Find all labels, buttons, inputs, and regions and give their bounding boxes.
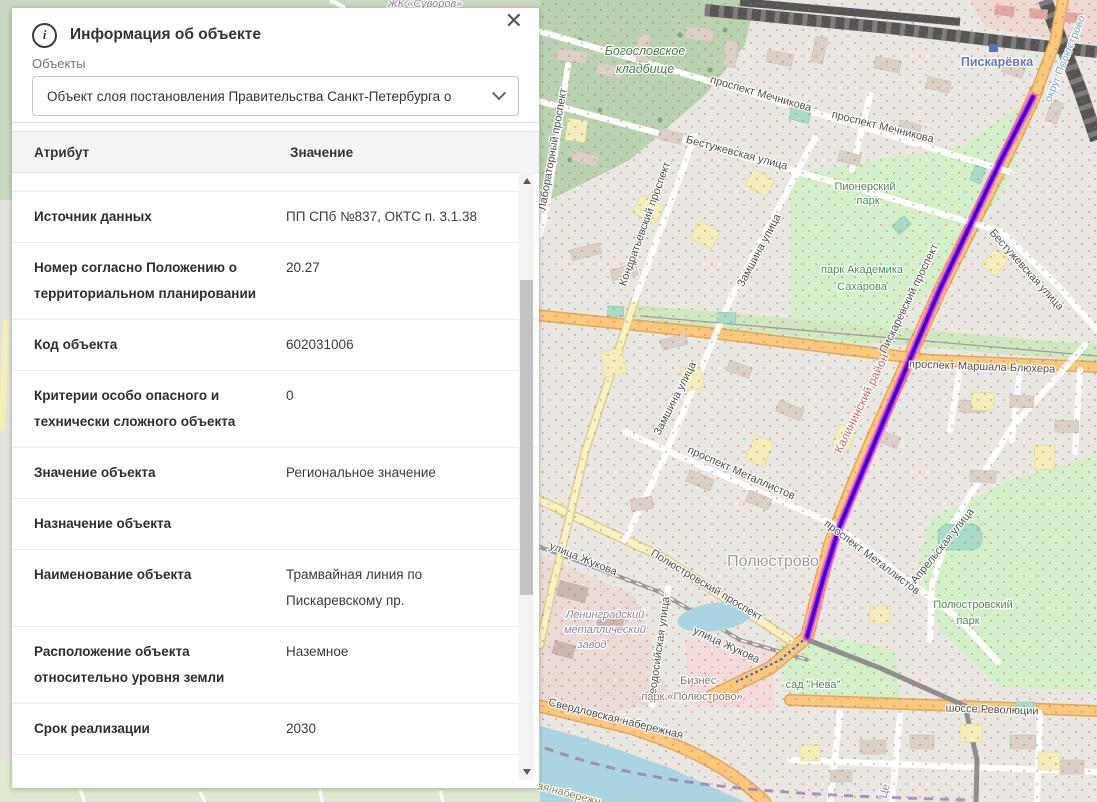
attribute-table: Источник данных ПП СПб №837, ОКТС п. 3.1… — [12, 173, 539, 787]
map-label-pionersky: Пионерский — [834, 181, 895, 193]
table-row: Критерии особо опасного и технически сло… — [12, 371, 539, 448]
attribute-value: Трамвайная линия по Пискаревскому пр. — [286, 562, 491, 614]
panel-header: i Информация об объекте ✕ — [12, 8, 539, 48]
scroll-up-icon[interactable] — [519, 173, 534, 188]
map-label-piskaryovka-station: Пискарёвка — [961, 55, 1034, 69]
panel-title: Информация об объекте — [70, 26, 261, 44]
attribute-value: Региональное значение — [286, 460, 491, 486]
attribute-name: Номер согласно Положению о территориальн… — [34, 255, 286, 307]
attribute-name: Код объекта — [34, 332, 286, 358]
attribute-name: Расположение объекта относительно уровня… — [34, 639, 286, 691]
table-header: Атрибут Значение — [12, 131, 539, 173]
attribute-name: Наименование объекта — [34, 562, 286, 588]
scroll-down-icon[interactable] — [519, 764, 534, 779]
attribute-value: Наземное — [286, 639, 491, 665]
table-row-partial — [12, 173, 539, 192]
chevron-down-icon — [492, 86, 506, 100]
map-label-sakharova-1: парк Академика — [821, 264, 904, 276]
object-layer-dropdown[interactable]: Объект слоя постановления Правительства … — [32, 76, 519, 116]
attribute-name: Значение объекта — [34, 460, 286, 486]
divider — [12, 122, 539, 123]
table-row: Расположение объекта относительно уровня… — [12, 627, 539, 704]
map-label-polyustrovsky-park-2: парк — [956, 615, 979, 627]
table-row: Наименование объекта Трамвайная линия по… — [12, 550, 539, 627]
scrollbar-thumb[interactable] — [520, 280, 533, 595]
map-label-sakharova-2: Сахарова — [837, 281, 888, 293]
map-label-kladbische: кладбище — [616, 62, 674, 76]
attribute-value: 20.27 — [286, 255, 491, 281]
map-label-neva-garden: сад "Нева" — [786, 679, 841, 691]
attribute-value: 602031006 — [286, 332, 491, 358]
dropdown-value: Объект слоя постановления Правительства … — [47, 89, 486, 104]
table-row: Источник данных ПП СПб №837, ОКТС п. 3.1… — [12, 192, 539, 243]
attribute-value: ПП СПб №837, ОКТС п. 3.1.38 — [286, 204, 491, 230]
map-label-business-park-1: Бизнес- — [680, 675, 720, 687]
map-label-polyustrovo-place: Полюстрово — [727, 553, 819, 570]
map-label-lmz-1: Ленинградский — [565, 609, 645, 621]
attribute-value: 2030 — [286, 716, 491, 742]
station-icon — [989, 44, 998, 52]
column-header-value: Значение — [290, 145, 353, 160]
map-label-lmz-3: завод — [577, 639, 607, 651]
attribute-name: Назначение объекта — [34, 511, 286, 537]
attribute-name: Источник данных — [34, 204, 286, 230]
map-label-business-park-2: парк «Полюстрово» — [641, 691, 742, 703]
objects-label: Объекты — [32, 56, 539, 72]
attribute-value: 0 — [286, 383, 491, 409]
table-row: Значение объекта Региональное значение — [12, 448, 539, 499]
attribute-name: Критерии особо опасного и технически сло… — [34, 383, 286, 435]
attribute-name: Срок реализации — [34, 716, 286, 742]
map-label-bogoslovskoe: Богословское — [605, 44, 686, 58]
map-label-pionersky-park: парк — [856, 195, 879, 207]
table-row: Код объекта 602031006 — [12, 320, 539, 371]
table-row: Номер согласно Положению о территориальн… — [12, 243, 539, 320]
map-label-polyustrovsky-park-1: Полюстровский — [933, 599, 1013, 611]
map-label-lmz-2: металлический — [564, 624, 646, 636]
close-icon[interactable]: ✕ — [505, 8, 523, 34]
object-info-panel: i Информация об объекте ✕ Объекты Объект… — [12, 8, 539, 788]
table-row: Срок реализации 2030 — [12, 704, 539, 755]
table-row: Назначение объекта — [12, 499, 539, 550]
table-scrollbar[interactable] — [519, 172, 534, 780]
info-icon: i — [32, 23, 57, 48]
column-header-attribute: Атрибут — [34, 145, 290, 160]
